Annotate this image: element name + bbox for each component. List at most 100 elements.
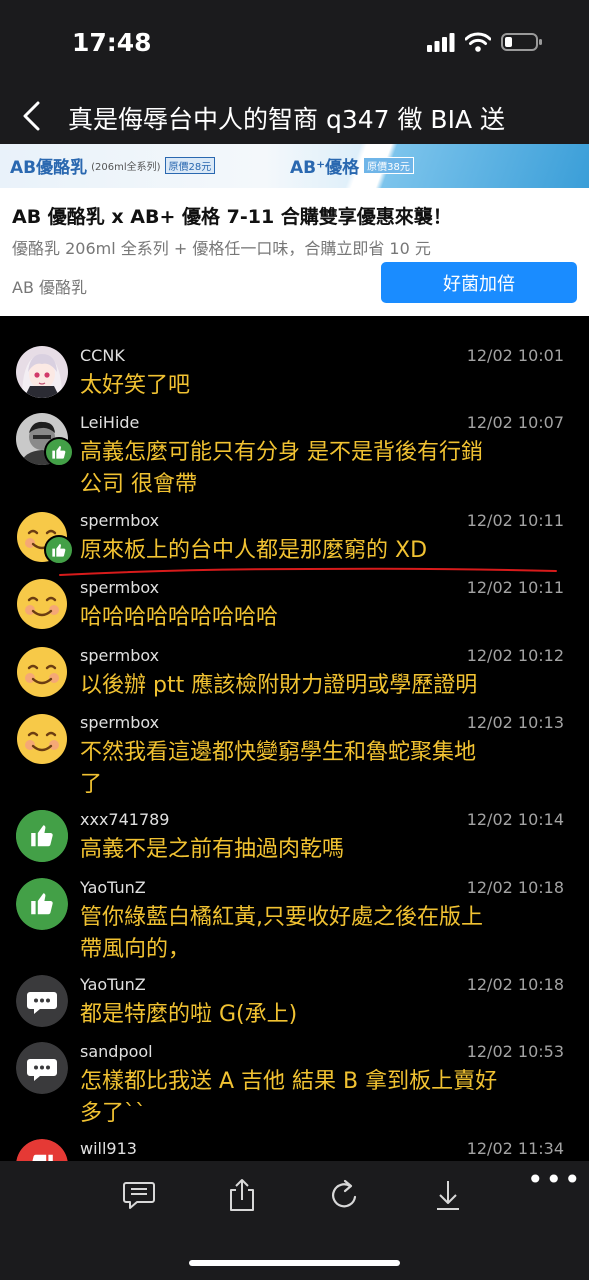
ad-card[interactable]: AB優酪乳 (206ml全系列) 原價28元 AB⁺優格 原價38元 AB 優酪… bbox=[0, 144, 589, 316]
status-icons bbox=[427, 32, 543, 52]
comment-username[interactable]: will913 bbox=[80, 1139, 137, 1158]
refresh-button[interactable] bbox=[325, 1175, 365, 1215]
smiling-face-icon bbox=[17, 647, 67, 697]
bottom-toolbar: ••• bbox=[0, 1161, 589, 1229]
ad-banner-image[interactable]: AB優酪乳 (206ml全系列) 原價28元 AB⁺優格 原價38元 bbox=[0, 144, 589, 188]
comment-text: 都是特麼的啦 G(承上) bbox=[80, 999, 562, 1031]
banner-brand: AB優酪乳 bbox=[10, 158, 88, 178]
comment-timestamp: 12/02 10:11 bbox=[466, 511, 564, 530]
banner-price: 原價28元 bbox=[164, 157, 216, 174]
like-badge bbox=[44, 535, 74, 565]
comment-username[interactable]: YaoTunZ bbox=[80, 975, 146, 994]
avatar[interactable] bbox=[16, 646, 68, 698]
comment-username[interactable]: spermbox bbox=[80, 511, 159, 530]
ad-cta-button[interactable]: 好菌加倍 bbox=[381, 262, 577, 303]
banner-sub: (206ml全系列) bbox=[91, 162, 161, 173]
comment-timestamp: 12/02 11:34 bbox=[466, 1139, 564, 1158]
share-icon bbox=[230, 1179, 254, 1211]
avatar[interactable] bbox=[16, 975, 68, 1027]
avatar[interactable] bbox=[16, 578, 68, 630]
thumbs-up-icon bbox=[16, 810, 68, 862]
comment-line: 怎樣都比我送 A 吉他 結果 B 拿到板上賣好 bbox=[80, 1069, 498, 1094]
comment-username[interactable]: xxx741789 bbox=[80, 810, 169, 829]
comment-username[interactable]: CCNK bbox=[80, 346, 125, 365]
status-bar: 17:48 bbox=[0, 0, 589, 88]
comment-timestamp: 12/02 10:18 bbox=[466, 878, 564, 897]
comment-username[interactable]: LeiHide bbox=[80, 413, 139, 432]
comment-username[interactable]: spermbox bbox=[80, 646, 159, 665]
download-icon bbox=[437, 1181, 459, 1210]
comment-line: 原來板上的台中人都是那麼窮的 XD bbox=[80, 538, 428, 563]
home-indicator-area bbox=[0, 1229, 589, 1280]
comment-text: 太好笑了吧 bbox=[80, 370, 562, 402]
comment-timestamp: 12/02 10:53 bbox=[466, 1042, 564, 1061]
status-time: 17:48 bbox=[72, 28, 152, 57]
ad-brand: AB 優酪乳 bbox=[12, 278, 88, 297]
like-badge bbox=[44, 437, 74, 467]
page-title: 真是侮辱台中人的智商 q347 徵 BIA 送 bbox=[68, 105, 506, 134]
red-underline-annotation bbox=[59, 567, 557, 576]
comment-text: 原來板上的台中人都是那麼窮的 XD bbox=[80, 535, 562, 567]
download-button[interactable] bbox=[428, 1175, 468, 1215]
comment-line: 都是特麼的啦 G(承上) bbox=[80, 1002, 298, 1027]
comment-timestamp: 12/02 10:07 bbox=[466, 413, 564, 432]
home-indicator[interactable] bbox=[189, 1260, 400, 1266]
comment-line: 不然我看這邊都快變窮學生和魯蛇聚集地 bbox=[80, 740, 477, 765]
comment-timestamp: 12/02 10:01 bbox=[466, 346, 564, 365]
comment-text: 管你綠藍白橘紅黃,只要收好處之後在版上 帶風向的， bbox=[80, 902, 562, 966]
avatar[interactable] bbox=[16, 346, 68, 398]
comment-text: 怎樣都比我送 A 吉他 結果 B 拿到板上賣好 多了`` bbox=[80, 1066, 562, 1130]
thumbs-down-icon bbox=[16, 1139, 68, 1161]
comment-button[interactable] bbox=[119, 1175, 159, 1215]
ad-title: AB 優酪乳 x AB+ 優格 7-11 合購雙享優惠來襲！ bbox=[12, 206, 452, 228]
comment-line: 以後辦 ptt 應該檢附財力證明或學歷證明 bbox=[80, 673, 478, 698]
comment-timestamp: 12/02 10:14 bbox=[466, 810, 564, 829]
smiling-face-icon bbox=[17, 579, 67, 629]
comment-username[interactable]: sandpool bbox=[80, 1042, 153, 1061]
comment-username[interactable]: spermbox bbox=[80, 713, 159, 732]
comment-text: 不然我看這邊都快變窮學生和魯蛇聚集地 了 bbox=[80, 737, 562, 801]
avatar[interactable] bbox=[16, 810, 68, 862]
banner-product-yogurt-drink: AB優酪乳 (206ml全系列) 原價28元 bbox=[10, 153, 216, 178]
back-button[interactable] bbox=[18, 100, 48, 132]
banner-brand: AB⁺優格 bbox=[290, 158, 360, 178]
thumbs-up-icon bbox=[52, 446, 66, 459]
comment-line: 多了`` bbox=[80, 1101, 147, 1126]
comment-timestamp: 12/02 10:13 bbox=[466, 713, 564, 732]
avatar[interactable] bbox=[16, 1139, 68, 1161]
thumbs-up-icon bbox=[16, 878, 68, 930]
chevron-left-icon bbox=[23, 101, 40, 131]
comment-text: 哈哈哈哈哈哈哈哈哈 bbox=[80, 602, 562, 634]
avatar[interactable] bbox=[16, 878, 68, 930]
avatar[interactable] bbox=[16, 1042, 68, 1094]
comment-line: 管你綠藍白橘紅黃,只要收好處之後在版上 bbox=[80, 905, 483, 930]
comment-username[interactable]: spermbox bbox=[80, 578, 159, 597]
share-button[interactable] bbox=[222, 1175, 262, 1215]
comment-timestamp: 12/02 10:18 bbox=[466, 975, 564, 994]
avatar[interactable] bbox=[16, 713, 68, 765]
comment-username[interactable]: YaoTunZ bbox=[80, 878, 146, 897]
comment-line: 帶風向的， bbox=[80, 937, 191, 962]
comment-line: 了 bbox=[80, 772, 103, 797]
nav-bar: 真是侮辱台中人的智商 q347 徵 BIA 送 bbox=[0, 88, 589, 144]
wifi-icon bbox=[465, 32, 491, 52]
comment-line: 公司 很會帶 bbox=[80, 472, 197, 497]
cellular-signal-icon bbox=[427, 33, 455, 52]
ad-description: 優酪乳 206ml 全系列 + 優格任一口味，合購立即省 10 元 bbox=[12, 239, 431, 258]
banner-price: 原價38元 bbox=[363, 157, 414, 174]
comment-line: 太好笑了吧 bbox=[80, 373, 191, 398]
comment-text: 高義怎麼可能只有分身 是不是背後有行銷 公司 很會帶 bbox=[80, 437, 562, 501]
anime-avatar-icon bbox=[16, 346, 68, 398]
thumbs-up-icon bbox=[52, 544, 66, 557]
comment-list[interactable]: CCNK 12/02 10:01 太好笑了吧 LeiHide 12/02 10:… bbox=[0, 316, 589, 1161]
comment-icon bbox=[123, 1182, 155, 1209]
comment-line: 高義不是之前有抽過肉乾嗎 bbox=[80, 837, 345, 862]
comment-line: 哈哈哈哈哈哈哈哈哈 bbox=[80, 605, 279, 630]
comment-timestamp: 12/02 10:11 bbox=[466, 578, 564, 597]
comment-text: 高義不是之前有抽過肉乾嗎 bbox=[80, 834, 562, 866]
chat-bubble-icon bbox=[16, 1042, 68, 1094]
banner-product-yogurt: AB⁺優格 原價38元 bbox=[290, 153, 414, 178]
more-button[interactable]: ••• bbox=[527, 1163, 583, 1196]
refresh-icon bbox=[332, 1179, 357, 1208]
smiling-face-icon bbox=[17, 714, 67, 764]
